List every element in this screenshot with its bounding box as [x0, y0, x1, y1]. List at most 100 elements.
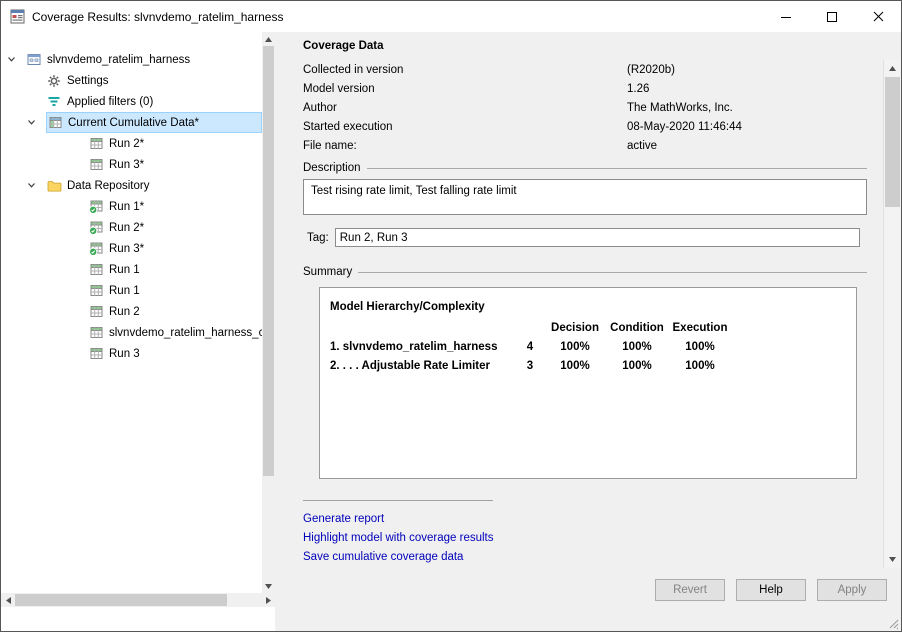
field-value: 1.26 — [627, 83, 867, 95]
row-name: 1. slvnvdemo_ratelim_harness — [330, 341, 516, 353]
panel-title: Coverage Data — [303, 40, 867, 52]
tree-item-run-1-checked[interactable]: Run 1* — [1, 196, 262, 217]
highlight-model-link[interactable]: Highlight model with coverage results — [303, 529, 867, 548]
field-value: 08-May-2020 11:46:44 — [627, 121, 867, 133]
button-row: Revert Help Apply — [655, 579, 887, 601]
tree-vertical-scrollbar[interactable] — [262, 32, 275, 593]
maximize-button[interactable] — [809, 1, 855, 32]
column-condition: Condition — [606, 322, 668, 334]
close-button[interactable] — [855, 1, 901, 32]
coverage-results-window: Coverage Results: slvnvdemo_ratelim_harn… — [0, 0, 902, 632]
window-title: Coverage Results: slvnvdemo_ratelim_harn… — [32, 10, 283, 24]
tree-item-settings[interactable]: Settings — [1, 70, 262, 91]
row-execution: 100% — [668, 341, 732, 353]
tree-item-applied-filters[interactable]: Applied filters (0) — [1, 91, 262, 112]
tree-item-run-2-checked[interactable]: Run 2* — [1, 217, 262, 238]
row-decision: 100% — [544, 360, 606, 372]
field-label: Started execution — [303, 121, 627, 133]
field-label: Collected in version — [303, 64, 627, 76]
tree-item-run-2-plain[interactable]: Run 2 — [1, 301, 262, 322]
field-value: (R2020b) — [627, 64, 867, 76]
field-value: active — [627, 140, 867, 152]
gear-icon — [46, 74, 62, 88]
row-complexity: 4 — [516, 341, 544, 353]
column-execution: Execution — [668, 322, 732, 334]
row-condition: 100% — [606, 360, 668, 372]
tree-item-run-2-cumulative[interactable]: Run 2* — [1, 133, 262, 154]
tree-horizontal-scrollbar[interactable] — [1, 593, 275, 607]
scroll-left-icon[interactable] — [1, 593, 15, 607]
save-cumulative-data-link[interactable]: Save cumulative coverage data — [303, 548, 867, 567]
tree-panel: slvnvdemo_ratelim_harness Settings Appli… — [1, 32, 275, 631]
field-started-execution: Started execution 08-May-2020 11:46:44 — [303, 117, 867, 136]
panel-vertical-scrollbar[interactable] — [883, 60, 901, 568]
cumulative-data-icon — [47, 116, 63, 129]
generate-report-link[interactable]: Generate report — [303, 510, 867, 529]
expander-icon[interactable] — [26, 117, 46, 128]
tree-item-run-3-plain[interactable]: Run 3 — [1, 343, 262, 364]
scroll-down-icon[interactable] — [262, 579, 275, 593]
field-collected-in-version: Collected in version (R2020b) — [303, 60, 867, 79]
scrollbar-thumb[interactable] — [15, 594, 227, 606]
app-icon — [10, 9, 25, 24]
scrollbar-thumb[interactable] — [885, 77, 900, 207]
revert-button: Revert — [655, 579, 725, 601]
field-label: Author — [303, 102, 627, 114]
tree-item-run-3-cumulative[interactable]: Run 3* — [1, 154, 262, 175]
resize-grip[interactable] — [886, 616, 900, 630]
minimize-icon — [781, 12, 791, 22]
tree-item-current-cumulative-data[interactable]: Current Cumulative Data* — [1, 112, 262, 133]
tree-item-run-3-checked[interactable]: Run 3* — [1, 238, 262, 259]
run-icon — [88, 158, 104, 171]
table-row: 2. . . . Adjustable Rate Limiter 3 100% … — [330, 360, 846, 372]
row-complexity: 3 — [516, 360, 544, 372]
row-condition: 100% — [606, 341, 668, 353]
field-value: The MathWorks, Inc. — [627, 102, 867, 114]
scroll-up-icon[interactable] — [884, 60, 901, 77]
scroll-right-icon[interactable] — [261, 593, 275, 607]
field-label: Model version — [303, 83, 627, 95]
summary-table-title: Model Hierarchy/Complexity — [330, 301, 846, 313]
filter-icon — [46, 95, 62, 108]
field-model-version: Model version 1.26 — [303, 79, 867, 98]
scroll-up-icon[interactable] — [262, 32, 275, 46]
summary-table-header: Decision Condition Execution — [330, 322, 846, 334]
tree-item-run-1-b[interactable]: Run 1 — [1, 280, 262, 301]
expander-icon[interactable] — [6, 54, 26, 65]
maximize-icon — [827, 12, 837, 22]
help-button[interactable]: Help — [736, 579, 806, 601]
run-icon — [88, 347, 104, 360]
row-name: 2. . . . Adjustable Rate Limiter — [330, 360, 516, 372]
minimize-button[interactable] — [763, 1, 809, 32]
description-field[interactable]: Test rising rate limit, Test falling rat… — [303, 179, 867, 215]
tree-item-slvnvdemo-ratelim-harness[interactable]: slvnvdemo_ratelim_harness — [1, 49, 262, 70]
group-divider — [367, 168, 867, 169]
tag-row: Tag: — [303, 228, 867, 247]
description-label: Description — [303, 162, 361, 174]
run-icon — [88, 263, 104, 276]
coverage-data-panel: Coverage Data Collected in version (R202… — [275, 32, 901, 631]
run-icon — [88, 137, 104, 150]
table-row: 1. slvnvdemo_ratelim_harness 4 100% 100%… — [330, 341, 846, 353]
tree-item-run-1-a[interactable]: Run 1 — [1, 259, 262, 280]
close-icon — [873, 11, 884, 22]
row-decision: 100% — [544, 341, 606, 353]
action-links: Generate report Highlight model with cov… — [303, 510, 867, 567]
scroll-down-icon[interactable] — [884, 551, 901, 568]
expander-icon[interactable] — [26, 180, 46, 191]
column-decision: Decision — [544, 322, 606, 334]
scrollbar-thumb[interactable] — [263, 46, 274, 476]
run-icon — [88, 305, 104, 318]
tag-label: Tag: — [303, 232, 329, 244]
tree-item-data-repository[interactable]: Data Repository — [1, 175, 262, 196]
main-area: slvnvdemo_ratelim_harness Settings Appli… — [1, 32, 901, 631]
run-check-icon — [88, 221, 104, 235]
field-file-name: File name: active — [303, 136, 867, 155]
summary-table: Model Hierarchy/Complexity Decision Cond… — [319, 287, 857, 479]
links-divider — [303, 500, 493, 501]
tag-input[interactable] — [335, 228, 860, 247]
run-icon — [88, 284, 104, 297]
row-execution: 100% — [668, 360, 732, 372]
tree-item-cvdata-1[interactable]: slvnvdemo_ratelim_harness_cvdata_1 — [1, 322, 262, 343]
titlebar: Coverage Results: slvnvdemo_ratelim_harn… — [1, 1, 901, 32]
